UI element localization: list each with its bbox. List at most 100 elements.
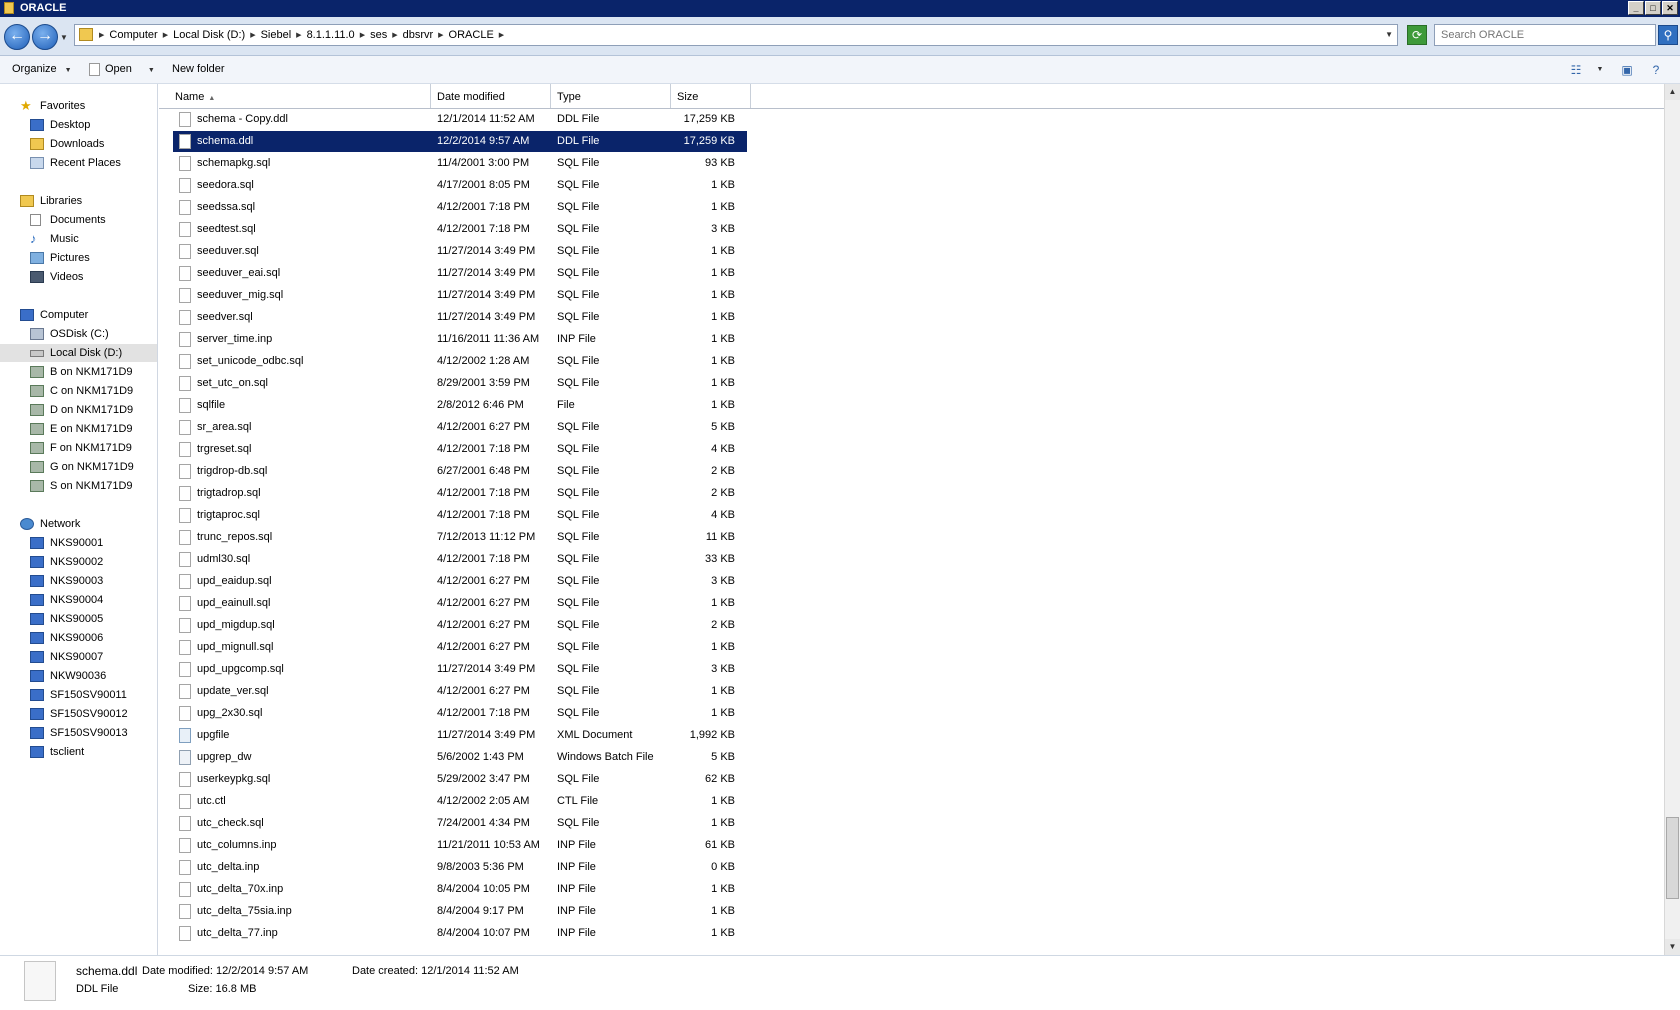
file-row[interactable]: trunc_repos.sql 7/12/2013 11:12 PM SQL Fil… [173, 527, 747, 548]
column-header-date[interactable]: Date modified [431, 84, 551, 108]
nav-desktop[interactable]: Desktop [0, 116, 157, 134]
nav-network-computer[interactable]: NKS90006 [0, 629, 157, 647]
nav-network-computer[interactable]: NKS90005 [0, 610, 157, 628]
breadcrumb-arrow[interactable]: ▶ [97, 31, 106, 39]
nav-network-computer[interactable]: NKS90001 [0, 534, 157, 552]
file-row[interactable]: utc_delta_77.inp 8/4/2004 10:07 PM INP Fil… [173, 923, 747, 944]
file-row[interactable]: update_ver.sql 4/12/2001 6:27 PM SQL File 1… [173, 681, 747, 702]
file-row[interactable]: trgreset.sql 4/12/2001 7:18 PM SQL File 4 K… [173, 439, 747, 460]
nav-videos[interactable]: Videos [0, 268, 157, 286]
refresh-button[interactable]: ⟳ [1407, 25, 1427, 45]
breadcrumb-arrow[interactable]: ▶ [161, 31, 170, 39]
nav-documents[interactable]: Documents [0, 211, 157, 229]
breadcrumb-arrow[interactable]: ▶ [436, 31, 445, 39]
open-button[interactable]: Open ▼ [89, 56, 155, 83]
nav-network-computer[interactable]: NKS90007 [0, 648, 157, 666]
nav-network[interactable]: Network [0, 515, 157, 533]
scroll-down-arrow[interactable]: ▼ [1665, 939, 1680, 955]
file-row[interactable]: schemapkg.sql 11/4/2001 3:00 PM SQL File 93… [173, 153, 747, 174]
nav-computer[interactable]: Computer [0, 306, 157, 324]
vertical-scrollbar[interactable]: ▲ ▼ [1664, 84, 1680, 955]
file-row[interactable]: sr_area.sql 4/12/2001 6:27 PM SQL File 5 KB [173, 417, 747, 438]
breadcrumb-arrow[interactable]: ▶ [294, 31, 303, 39]
crumb-local-disk[interactable]: Local Disk (D:) [170, 29, 248, 41]
file-row[interactable]: sqlfile 2/8/2012 6:46 PM File 1 KB [173, 395, 747, 416]
file-row[interactable]: utc_delta.inp 9/8/2003 5:36 PM INP File 0 K… [173, 857, 747, 878]
chevron-down-icon[interactable]: ▼ [148, 67, 155, 74]
view-options-icon[interactable]: ☷ [1568, 62, 1584, 78]
file-row[interactable]: set_unicode_odbc.sql 4/12/2002 1:28 AM SQL… [173, 351, 747, 372]
file-row[interactable]: trigtaproc.sql 4/12/2001 7:18 PM SQL File 4… [173, 505, 747, 526]
column-header-name[interactable]: Name ▲ [159, 84, 431, 108]
nav-network-computer[interactable]: SF150SV90012 [0, 705, 157, 723]
nav-network-computer[interactable]: NKS90003 [0, 572, 157, 590]
file-row[interactable]: schema - Copy.ddl 12/1/2014 11:52 AM DDL F… [173, 109, 747, 130]
nav-network-computer[interactable]: NKS90004 [0, 591, 157, 609]
nav-network-computer[interactable]: tsclient [0, 743, 157, 761]
file-row[interactable]: trigdrop-db.sql 6/27/2001 6:48 PM SQL File… [173, 461, 747, 482]
maximize-button[interactable]: □ [1645, 1, 1661, 15]
file-row[interactable]: set_utc_on.sql 8/29/2001 3:59 PM SQL File 1… [173, 373, 747, 394]
nav-network-drive-g[interactable]: G on NKM171D9 [0, 458, 157, 476]
file-row[interactable]: upd_migdup.sql 4/12/2001 6:27 PM SQL File 2… [173, 615, 747, 636]
preview-pane-icon[interactable]: ▣ [1619, 62, 1635, 78]
breadcrumb[interactable]: ▶ Computer ▶ Local Disk (D:) ▶ Siebel ▶ … [74, 24, 1398, 46]
file-row[interactable]: seedver.sql 11/27/2014 3:49 PM SQL File 1 K… [173, 307, 747, 328]
nav-favorites[interactable]: ★ Favorites [0, 97, 157, 115]
breadcrumb-arrow[interactable]: ▶ [497, 31, 506, 39]
breadcrumb-arrow[interactable]: ▶ [390, 31, 399, 39]
close-button[interactable]: ✕ [1662, 1, 1678, 15]
nav-network-drive-c[interactable]: C on NKM171D9 [0, 382, 157, 400]
nav-libraries[interactable]: Libraries [0, 192, 157, 210]
nav-network-drive-e[interactable]: E on NKM171D9 [0, 420, 157, 438]
organize-button[interactable]: Organize ▼ [12, 56, 72, 83]
nav-network-computer[interactable]: SF150SV90011 [0, 686, 157, 704]
nav-network-computer[interactable]: NKW90036 [0, 667, 157, 685]
file-row[interactable]: upd_eaidup.sql 4/12/2001 6:27 PM SQL File 3… [173, 571, 747, 592]
file-row[interactable]: upd_mignull.sql 4/12/2001 6:27 PM SQL File… [173, 637, 747, 658]
file-row[interactable]: seedssa.sql 4/12/2001 7:18 PM SQL File 1 KB [173, 197, 747, 218]
back-button[interactable]: ← [4, 24, 30, 50]
file-row[interactable]: server_time.inp 11/16/2011 11:36 AM INP Fi… [173, 329, 747, 350]
forward-button[interactable]: → [32, 24, 58, 50]
title-bar[interactable]: ORACLE _ □ ✕ [0, 0, 1680, 17]
scroll-thumb[interactable] [1666, 817, 1679, 899]
file-row[interactable]: utc.ctl 4/12/2002 2:05 AM CTL File 1 KB [173, 791, 747, 812]
file-row[interactable]: userkeypkg.sql 5/29/2002 3:47 PM SQL File 6… [173, 769, 747, 790]
file-row[interactable]: utc_columns.inp 11/21/2011 10:53 AM INP Fi… [173, 835, 747, 856]
file-row[interactable]: utc_delta_70x.inp 8/4/2004 10:05 PM INP Fi… [173, 879, 747, 900]
file-row[interactable]: seeduver_eai.sql 11/27/2014 3:49 PM SQL Fi… [173, 263, 747, 284]
file-row[interactable]: upg_2x30.sql 4/12/2001 7:18 PM SQL File 1 K… [173, 703, 747, 724]
crumb-dbsrvr[interactable]: dbsrvr [400, 29, 437, 41]
nav-network-drive-b[interactable]: B on NKM171D9 [0, 363, 157, 381]
nav-local-disk[interactable]: Local Disk (D:) [0, 344, 157, 362]
file-row[interactable]: upgfile 11/27/2014 3:49 PM XML Document 1,9… [173, 725, 747, 746]
column-header-type[interactable]: Type [551, 84, 671, 108]
file-row[interactable]: upgrep_dw 5/6/2002 1:43 PM Windows Batch F… [173, 747, 747, 768]
crumb-oracle[interactable]: ORACLE [446, 29, 497, 41]
file-row[interactable]: udml30.sql 4/12/2001 7:18 PM SQL File 33 KB [173, 549, 747, 570]
file-row[interactable]: seedora.sql 4/17/2001 8:05 PM SQL File 1 KB [173, 175, 747, 196]
nav-network-drive-f[interactable]: F on NKM171D9 [0, 439, 157, 457]
minimize-button[interactable]: _ [1628, 1, 1644, 15]
crumb-siebel[interactable]: Siebel [258, 29, 295, 41]
file-row[interactable]: upd_eainull.sql 4/12/2001 6:27 PM SQL File… [173, 593, 747, 614]
crumb-ses[interactable]: ses [367, 29, 390, 41]
file-row[interactable]: seedtest.sql 4/12/2001 7:18 PM SQL File 3 K… [173, 219, 747, 240]
crumb-computer[interactable]: Computer [106, 29, 160, 41]
file-row[interactable]: utc_delta_75sia.inp 8/4/2004 9:17 PM INP F… [173, 901, 747, 922]
file-row[interactable]: trigtadrop.sql 4/12/2001 7:18 PM SQL File 2… [173, 483, 747, 504]
file-row[interactable]: seeduver_mig.sql 11/27/2014 3:49 PM SQL Fi… [173, 285, 747, 306]
scroll-up-arrow[interactable]: ▲ [1665, 84, 1680, 100]
chevron-down-icon[interactable]: ▼ [1592, 62, 1608, 78]
nav-network-computer[interactable]: SF150SV90013 [0, 724, 157, 742]
help-icon[interactable]: ? [1648, 62, 1664, 78]
file-row[interactable]: utc_check.sql 7/24/2001 4:34 PM SQL File 1 … [173, 813, 747, 834]
breadcrumb-arrow[interactable]: ▶ [248, 31, 257, 39]
recent-pages-dropdown[interactable]: ▼ [60, 33, 68, 42]
crumb-version[interactable]: 8.1.1.11.0 [304, 29, 358, 41]
address-history-dropdown[interactable]: ▼ [1385, 30, 1393, 39]
column-header-size[interactable]: Size [671, 84, 751, 108]
nav-recent-places[interactable]: Recent Places [0, 154, 157, 172]
nav-pictures[interactable]: Pictures [0, 249, 157, 267]
